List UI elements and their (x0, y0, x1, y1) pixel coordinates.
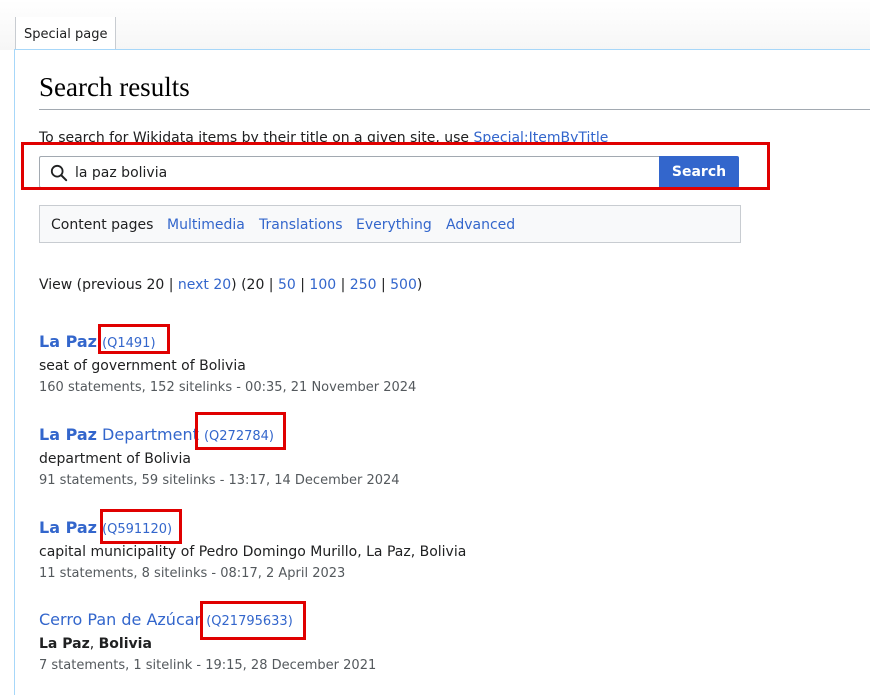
pagination-suffix: ) (416, 277, 423, 293)
result-title[interactable]: La Paz (Q1491) (39, 332, 416, 354)
result-description-bold: Bolivia (98, 636, 152, 652)
result-description: seat of government of Bolivia (39, 358, 246, 374)
search-profile-tabs: Content pages Multimedia Translations Ev… (39, 205, 741, 243)
qid-highlight-box (200, 601, 306, 640)
page-title: Search results (39, 72, 190, 102)
header-background (0, 0, 870, 50)
limit-250-link[interactable]: 250 (350, 277, 377, 293)
pagination-prefix: View (previous 20 | (39, 277, 178, 293)
pagination-middle: ) (20 | (231, 277, 278, 293)
result-meta: 7 statements, 1 sitelink - 19:15, 28 Dec… (39, 658, 377, 673)
result-title-rest[interactable]: Cerro Pan de Azúcar (39, 610, 201, 629)
limit-50-link[interactable]: 50 (278, 277, 296, 293)
limit-100-link[interactable]: 100 (309, 277, 336, 293)
pagination: View (previous 20 | next 20) (20 | 50 | … (39, 277, 423, 293)
result-title-bold[interactable]: La Paz (39, 425, 97, 444)
result-title-bold[interactable]: La Paz (39, 332, 97, 351)
result-description-bold: La Paz (39, 636, 90, 652)
next-20-link[interactable]: next 20 (178, 277, 231, 293)
result-description: department of Bolivia (39, 451, 191, 467)
result-meta: 160 statements, 152 sitelinks - 00:35, 2… (39, 380, 417, 395)
qid-highlight-box (100, 509, 182, 544)
profile-tab-everything[interactable]: Everything (356, 216, 432, 234)
profile-tab-advanced[interactable]: Advanced (446, 216, 515, 234)
result-title-rest[interactable]: Department (97, 425, 199, 444)
limit-500-link[interactable]: 500 (390, 277, 417, 293)
search-result: La Paz (Q1491) seat of government of Bol… (39, 332, 416, 396)
profile-tab-content-pages[interactable]: Content pages (51, 216, 153, 234)
qid-highlight-box (98, 324, 170, 354)
qid-highlight-box (195, 412, 286, 450)
tab-special-page[interactable]: Special page (15, 17, 117, 50)
result-description: capital municipality of Pedro Domingo Mu… (39, 544, 467, 560)
result-meta: 91 statements, 59 sitelinks - 13:17, 14 … (39, 473, 400, 488)
profile-tab-multimedia[interactable]: Multimedia (167, 216, 245, 234)
result-description-separator: , (89, 636, 99, 652)
result-title-bold[interactable]: La Paz (39, 518, 97, 537)
search-highlight-box (21, 142, 770, 190)
title-divider (39, 109, 870, 110)
profile-tab-translations[interactable]: Translations (259, 216, 343, 234)
result-meta: 11 statements, 8 sitelinks - 08:17, 2 Ap… (39, 566, 346, 581)
